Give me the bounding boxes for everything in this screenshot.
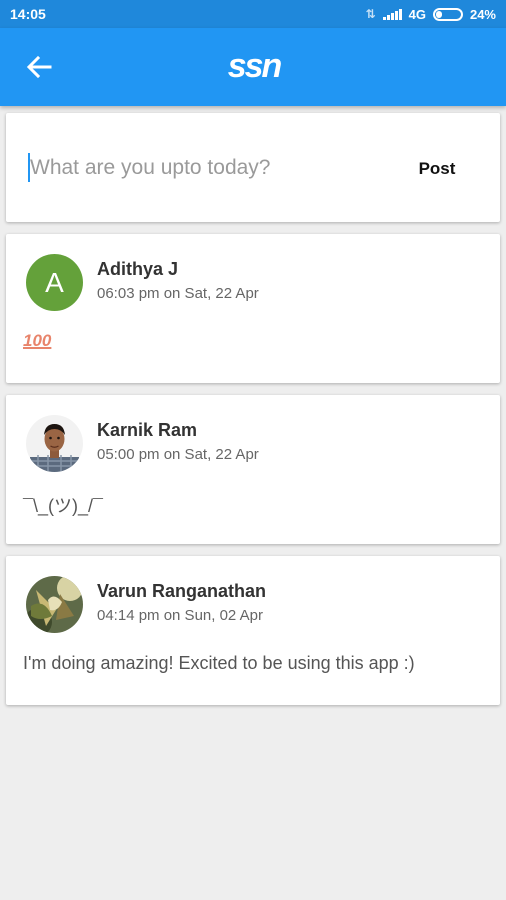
composer-card: Post	[6, 113, 500, 222]
post-timestamp: 04:14 pm on Sun, 02 Apr	[97, 607, 263, 624]
post-card[interactable]: A Adithya J 06:03 pm on Sat, 22 Apr 100	[6, 234, 500, 383]
post-author[interactable]: Adithya J	[97, 259, 178, 280]
status-input[interactable]	[30, 152, 390, 184]
app-bar: ssn	[0, 28, 506, 106]
post-author[interactable]: Varun Ranganathan	[97, 581, 266, 602]
avatar-letter: A	[45, 266, 64, 298]
post-button[interactable]: Post	[398, 152, 476, 186]
status-time: 14:05	[10, 6, 46, 22]
post-card[interactable]: Varun Ranganathan 04:14 pm on Sun, 02 Ap…	[6, 556, 500, 705]
post-timestamp: 05:00 pm on Sat, 22 Apr	[97, 446, 259, 463]
status-bar: 14:05 ⇅ 4G 24%	[0, 0, 506, 28]
status-icons: ⇅ 4G 24%	[366, 7, 496, 22]
ssn-logo-text: ssn	[228, 47, 282, 85]
post-card[interactable]: Karnik Ram 05:00 pm on Sat, 22 Apr ¯\_(ツ…	[6, 395, 500, 544]
battery-percent: 24%	[469, 6, 496, 22]
post-body: ¯\_(ツ)_/¯	[23, 496, 103, 516]
post-timestamp: 06:03 pm on Sat, 22 Apr	[97, 285, 259, 302]
battery-icon	[432, 7, 463, 21]
avatar[interactable]	[26, 415, 83, 472]
post-author[interactable]: Karnik Ram	[97, 420, 197, 441]
ssn-logo: ssn	[228, 47, 284, 85]
arrow-left-icon[interactable]	[24, 52, 54, 82]
battery-level	[435, 10, 443, 18]
data-arrows-icon: ⇅	[365, 7, 376, 21]
avatar[interactable]: A	[26, 254, 83, 311]
avatar[interactable]	[26, 576, 83, 633]
network-type: 4G	[408, 6, 426, 22]
post-body: I'm doing amazing! Excited to be using t…	[23, 653, 415, 673]
signal-icon	[382, 8, 402, 20]
hundred-points-emoji: 100	[23, 331, 52, 350]
